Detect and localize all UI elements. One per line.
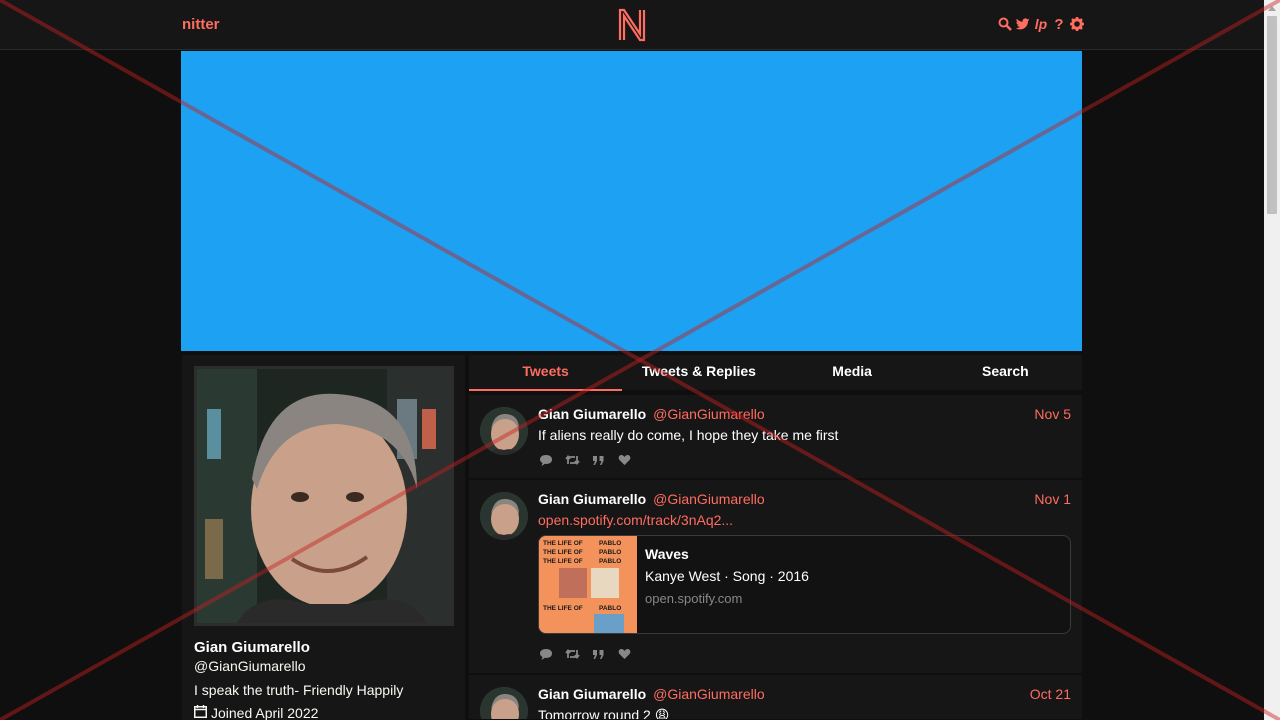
- tweet-author-handle[interactable]: @GianGiumarello: [653, 686, 764, 702]
- help-icon[interactable]: ?: [1052, 15, 1066, 33]
- twitter-icon[interactable]: [1016, 15, 1030, 33]
- tweet-author-name[interactable]: Gian Giumarello: [538, 686, 646, 702]
- brand-link[interactable]: nitter: [182, 16, 220, 33]
- retweet-icon[interactable]: [564, 453, 580, 467]
- tweet-item[interactable]: Gian Giumarello @GianGiumarello Nov 5 If…: [469, 395, 1082, 479]
- card-art-text: PABLO: [599, 605, 621, 612]
- comment-icon[interactable]: [538, 453, 554, 467]
- joined-date: Joined April 2022: [211, 705, 319, 720]
- card-art-text: THE LIFE OF: [543, 605, 583, 612]
- tweet-author-name[interactable]: Gian Giumarello: [538, 491, 646, 507]
- timeline: Tweets Tweets & Replies Media Search Gia…: [469, 355, 1082, 720]
- tweet-stats: [538, 647, 632, 661]
- card-art-text: THE LIFE OF: [543, 540, 583, 547]
- card-art-text: PABLO: [599, 540, 621, 547]
- card-art-text: THE LIFE OF: [543, 558, 583, 565]
- tab-tweets[interactable]: Tweets: [469, 355, 623, 391]
- profile-name: Gian Giumarello: [194, 639, 310, 656]
- tweet-date[interactable]: Nov 1: [1034, 491, 1071, 507]
- comment-icon[interactable]: [538, 647, 554, 661]
- heart-icon[interactable]: [616, 647, 632, 661]
- nav-icons: lp ?: [998, 15, 1084, 33]
- tweet-header: Gian Giumarello @GianGiumarello: [538, 686, 765, 702]
- link-card[interactable]: THE LIFE OF PABLO THE LIFE OF PABLO THE …: [538, 535, 1071, 634]
- nitter-logo[interactable]: [617, 8, 647, 42]
- tweet-date[interactable]: Nov 5: [1034, 406, 1071, 422]
- quote-icon[interactable]: [590, 647, 606, 661]
- tweet-date[interactable]: Oct 21: [1030, 686, 1071, 702]
- card-title: Waves: [645, 546, 689, 562]
- tab-tweets-replies[interactable]: Tweets & Replies: [622, 355, 775, 390]
- page-scrollbar[interactable]: [1264, 0, 1280, 720]
- tweet-link[interactable]: open.spotify.com/track/3nAq2...: [538, 512, 733, 528]
- tweet-header: Gian Giumarello @GianGiumarello: [538, 406, 765, 422]
- profile-card: Gian Giumarello @GianGiumarello I speak …: [182, 355, 465, 720]
- heart-icon[interactable]: [616, 453, 632, 467]
- tweet-avatar[interactable]: [480, 407, 528, 455]
- tweet-avatar[interactable]: [480, 687, 528, 719]
- timeline-tabs: Tweets Tweets & Replies Media Search: [469, 355, 1082, 391]
- profile-handle[interactable]: @GianGiumarello: [194, 658, 305, 674]
- tweet-avatar[interactable]: [480, 492, 528, 540]
- tweet-header: Gian Giumarello @GianGiumarello: [538, 491, 765, 507]
- tweet-author-name[interactable]: Gian Giumarello: [538, 406, 646, 422]
- profile-bio: I speak the truth- Friendly Happily: [194, 682, 404, 698]
- scroll-up-arrow-icon[interactable]: [1264, 0, 1280, 16]
- lp-icon[interactable]: lp: [1034, 15, 1048, 33]
- profile-avatar[interactable]: [194, 366, 454, 626]
- card-art-text: PABLO: [599, 558, 621, 565]
- tab-media[interactable]: Media: [776, 355, 929, 390]
- card-album-art: THE LIFE OF PABLO THE LIFE OF PABLO THE …: [539, 536, 637, 633]
- quote-icon[interactable]: [590, 453, 606, 467]
- scroll-thumb[interactable]: [1267, 16, 1277, 214]
- profile-banner[interactable]: [181, 51, 1082, 351]
- tweet-text: If aliens really do come, I hope they ta…: [538, 427, 839, 443]
- card-description: Kanye West · Song · 2016: [645, 568, 809, 584]
- tweet-item[interactable]: Gian Giumarello @GianGiumarello Oct 21 T…: [469, 675, 1082, 720]
- tweet-item[interactable]: Gian Giumarello @GianGiumarello Nov 1 op…: [469, 480, 1082, 674]
- calendar-icon: [194, 705, 207, 720]
- tweet-text: Tomorrow round 2 😩: [538, 707, 670, 720]
- gear-icon[interactable]: [1070, 15, 1084, 33]
- retweet-icon[interactable]: [564, 647, 580, 661]
- tweet-stats: [538, 453, 632, 467]
- search-icon[interactable]: [998, 15, 1012, 33]
- card-destination: open.spotify.com: [645, 591, 743, 606]
- tab-search[interactable]: Search: [929, 355, 1082, 390]
- card-art-text: PABLO: [599, 549, 621, 556]
- profile-joined: Joined April 2022: [194, 705, 318, 720]
- tweet-author-handle[interactable]: @GianGiumarello: [653, 406, 764, 422]
- navbar: nitter lp ?: [0, 0, 1264, 50]
- card-art-text: THE LIFE OF: [543, 549, 583, 556]
- tweet-author-handle[interactable]: @GianGiumarello: [653, 491, 764, 507]
